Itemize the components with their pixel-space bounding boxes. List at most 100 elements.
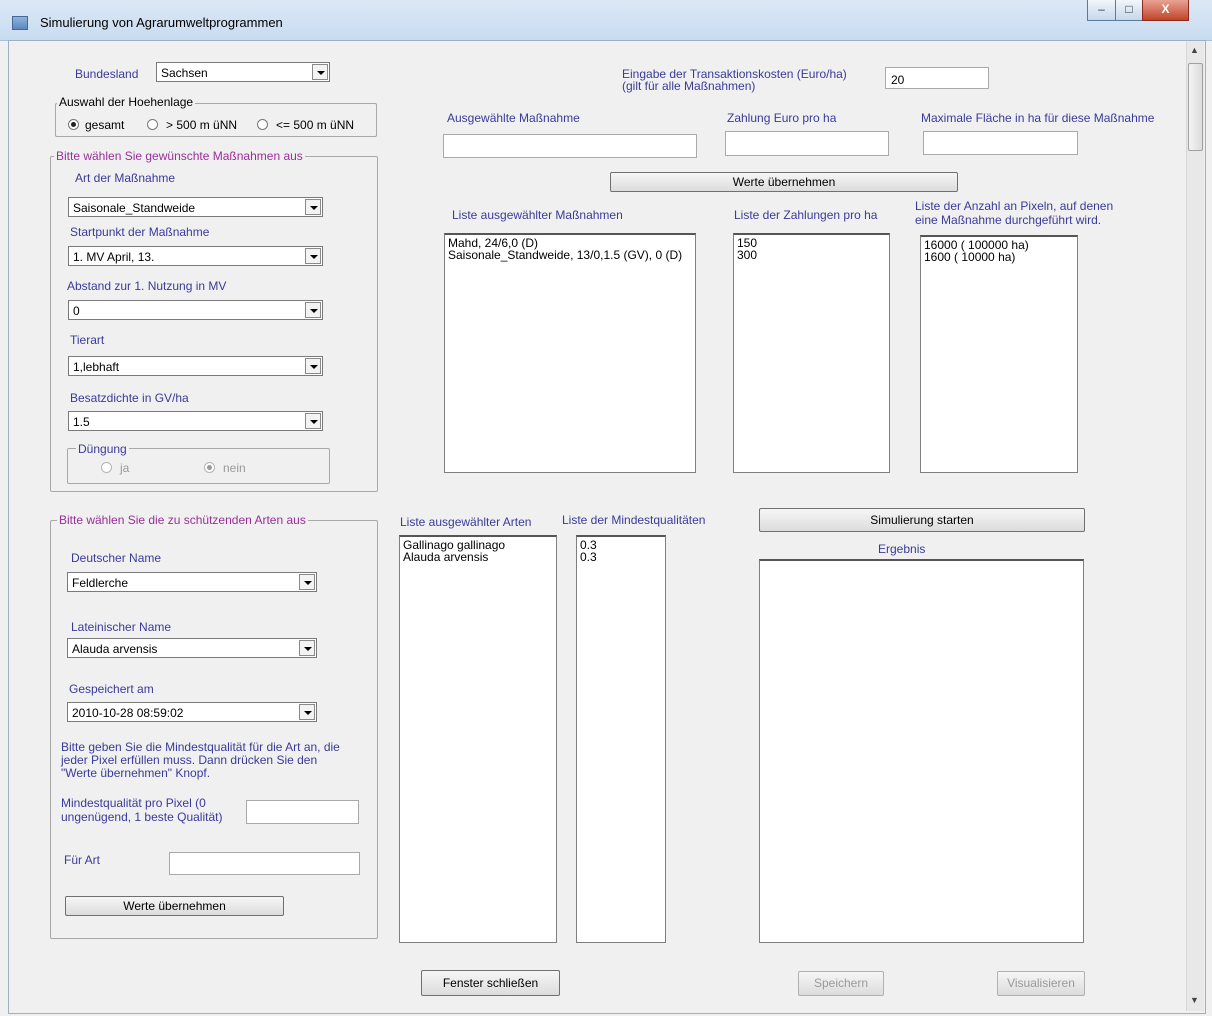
mindest-label-2: ungenügend, 1 beste Qualität) <box>61 810 223 824</box>
deutscher-name-label: Deutscher Name <box>71 551 162 565</box>
abstand-value: 0 <box>73 304 80 318</box>
speichern-button[interactable]: Speichern <box>798 971 884 996</box>
simulierung-starten-button[interactable]: Simulierung starten <box>759 508 1085 532</box>
list-item[interactable]: 0.3 <box>577 551 665 563</box>
startpunkt-value: 1. MV April, 13. <box>73 250 155 264</box>
app-icon <box>12 16 28 30</box>
chevron-down-icon[interactable] <box>299 640 315 656</box>
art-massnahme-select[interactable]: Saisonale_Standweide <box>68 197 323 217</box>
werte-uebernehmen-massnahme-button[interactable]: Werte übernehmen <box>610 172 958 192</box>
tierart-label: Tierart <box>70 333 105 347</box>
deutscher-name-select[interactable]: Feldlerche <box>67 572 317 592</box>
chevron-down-icon[interactable] <box>299 574 315 590</box>
list-item[interactable]: 1600 ( 10000 ha) <box>921 251 1077 263</box>
minimize-button[interactable]: – <box>1087 0 1116 21</box>
gespeichert-value: 2010-10-28 08:59:02 <box>72 706 184 720</box>
ergebnis-box[interactable] <box>759 559 1084 943</box>
arten-list[interactable]: Gallinago gallinago Alauda arvensis <box>399 535 557 943</box>
abstand-label: Abstand zur 1. Nutzung in MV <box>67 279 227 293</box>
lateinischer-name-select[interactable]: Alauda arvensis <box>67 638 317 658</box>
art-massnahme-value: Saisonale_Standweide <box>73 201 196 215</box>
deutscher-name-value: Feldlerche <box>72 576 129 590</box>
mindest-label-1: Mindestqualität pro Pixel (0 <box>61 796 206 810</box>
transaktion-input[interactable]: 20 <box>885 67 989 89</box>
list-item[interactable]: 150 <box>734 237 889 249</box>
werte-uebernehmen-art-button[interactable]: Werte übernehmen <box>65 896 284 916</box>
max-flaeche-label: Maximale Fläche in ha für diese Maßnahme <box>921 111 1155 125</box>
window-title: Simulierung von Agrarumweltprogrammen <box>40 15 283 30</box>
radio-duengung-ja-label: ja <box>120 461 130 475</box>
bundesland-label: Bundesland <box>75 67 139 81</box>
list-item[interactable]: 300 <box>734 249 889 261</box>
radio-unter-500[interactable] <box>257 119 268 130</box>
arten-list-label: Liste ausgewählter Arten <box>400 515 532 529</box>
art-massnahme-label: Art der Maßnahme <box>75 171 176 185</box>
pixel-list[interactable]: 16000 ( 100000 ha) 1600 ( 10000 ha) <box>920 235 1078 473</box>
transaktion-value: 20 <box>891 73 905 87</box>
radio-duengung-nein[interactable] <box>204 462 215 473</box>
radio-duengung-nein-label: nein <box>223 461 246 475</box>
mindest-list-label: Liste der Mindestqualitäten <box>562 513 706 527</box>
ausgewaehlte-massnahme-input[interactable] <box>443 134 697 158</box>
vertical-scrollbar[interactable] <box>1186 41 1204 1011</box>
fenster-schliessen-button[interactable]: Fenster schließen <box>421 970 560 996</box>
scroll-down-icon[interactable]: ▼ <box>1188 992 1201 1008</box>
radio-ueber-500-label: > 500 m üNN <box>166 118 238 132</box>
chevron-down-icon[interactable] <box>305 302 321 318</box>
list-item[interactable]: Saisonale_Standweide, 13/0,1.5 (GV), 0 (… <box>445 249 695 261</box>
ausgewaehlte-massnahme-label: Ausgewählte Maßnahme <box>447 111 580 125</box>
chevron-down-icon[interactable] <box>312 64 328 80</box>
duengung-legend: Düngung <box>76 442 129 456</box>
radio-ueber-500[interactable] <box>147 119 158 130</box>
bundesland-select[interactable]: Sachsen <box>156 62 330 82</box>
radio-unter-500-label: <= 500 m üNN <box>276 118 355 132</box>
mindest-hint-2: jeder Pixel erfüllen muss. Dann drücken … <box>61 753 318 767</box>
scroll-thumb[interactable] <box>1188 63 1203 151</box>
chevron-down-icon[interactable] <box>305 413 321 429</box>
mindest-hint-3: "Werte übernehmen" Knopf. <box>61 766 211 780</box>
mindestqualitaet-input[interactable] <box>246 800 359 824</box>
zahlung-input[interactable] <box>725 131 889 156</box>
abstand-select[interactable]: 0 <box>68 300 323 320</box>
radio-gesamt-label: gesamt <box>85 118 125 132</box>
mindest-hint-1: Bitte geben Sie die Mindestqualität für … <box>61 740 340 754</box>
scroll-up-icon[interactable]: ▲ <box>1188 42 1201 58</box>
max-flaeche-input[interactable] <box>923 131 1078 155</box>
ergebnis-label: Ergebnis <box>878 542 926 556</box>
lateinischer-name-label: Lateinischer Name <box>71 620 172 634</box>
radio-duengung-ja[interactable] <box>101 462 112 473</box>
lateinischer-name-value: Alauda arvensis <box>72 642 158 656</box>
visualisieren-button[interactable]: Visualisieren <box>997 971 1085 996</box>
tierart-select[interactable]: 1,lebhaft <box>68 356 323 376</box>
zahlungen-list[interactable]: 150 300 <box>733 233 890 473</box>
gespeichert-select[interactable]: 2010-10-28 08:59:02 <box>67 702 317 722</box>
tierart-value: 1,lebhaft <box>73 360 120 374</box>
fuer-art-input[interactable] <box>169 852 360 875</box>
list-item[interactable]: Alauda arvensis <box>400 551 556 563</box>
massnahmen-list[interactable]: Mahd, 24/6,0 (D) Saisonale_Standweide, 1… <box>444 233 696 473</box>
radio-gesamt[interactable] <box>68 119 79 130</box>
maximize-button[interactable]: □ <box>1115 0 1143 21</box>
besatzdichte-label: Besatzdichte in GV/ha <box>70 391 189 405</box>
transaktion-label-2: (gilt für alle Maßnahmen) <box>622 79 756 93</box>
chevron-down-icon[interactable] <box>305 248 321 264</box>
bundesland-value: Sachsen <box>161 66 208 80</box>
pixel-list-label-1: Liste der Anzahl an Pixeln, auf denen <box>915 199 1114 213</box>
zahlungen-list-label: Liste der Zahlungen pro ha <box>734 208 878 222</box>
massnahmen-list-label: Liste ausgewählter Maßnahmen <box>452 208 623 222</box>
startpunkt-label: Startpunkt der Maßnahme <box>70 225 210 239</box>
pixel-list-label-2: eine Maßnahme durchgeführt wird. <box>915 213 1102 227</box>
besatzdichte-value: 1.5 <box>73 415 90 429</box>
fuer-art-label: Für Art <box>64 853 101 867</box>
startpunkt-select[interactable]: 1. MV April, 13. <box>68 246 323 266</box>
hoehenlage-legend: Auswahl der Hoehenlage <box>57 95 196 109</box>
mindest-list[interactable]: 0.3 0.3 <box>576 535 666 943</box>
chevron-down-icon[interactable] <box>299 704 315 720</box>
gespeichert-label: Gespeichert am <box>69 682 154 696</box>
arten-legend: Bitte wählen Sie die zu schützenden Arte… <box>57 513 308 527</box>
close-window-button[interactable]: X <box>1142 0 1189 21</box>
chevron-down-icon[interactable] <box>305 199 321 215</box>
chevron-down-icon[interactable] <box>305 358 321 374</box>
zahlung-label: Zahlung Euro pro ha <box>727 111 837 125</box>
besatzdichte-select[interactable]: 1.5 <box>68 411 323 431</box>
